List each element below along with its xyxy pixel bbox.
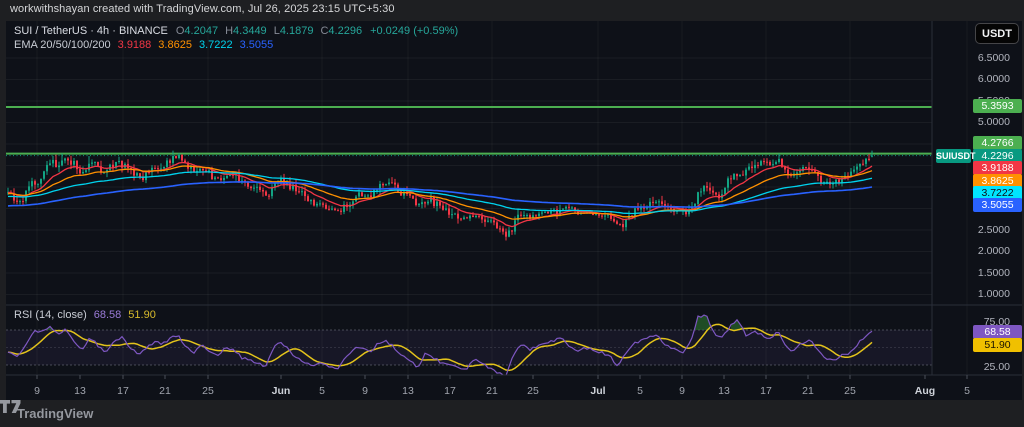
ema-values: 3.9188 3.8625 3.7222 3.5055 [118,39,274,51]
time-tick-label: 21 [143,384,187,398]
ema-legend[interactable]: EMA 20/50/100/200 3.9188 3.8625 3.7222 3.50… [14,39,273,51]
currency-toggle-button[interactable]: USDT [975,23,1019,44]
time-tick-label: 9 [660,384,704,398]
price-tick-label: 1.5000 [960,266,1016,280]
tradingview-snapshot: workwithshayan created with TradingView.… [0,0,1024,427]
time-tick-label: Aug [903,384,947,398]
ohlc-h: H4.3449 [225,25,267,37]
chart-canvas[interactable] [6,21,1022,400]
rsi-value: 68.58 [94,309,122,321]
ohlc-values: O4.2047 H4.3449 L4.1879 C4.2296 [176,25,362,37]
time-tick-label: 13 [386,384,430,398]
rsi-legend[interactable]: RSI (14, close) 68.58 51.90 [14,309,156,321]
ohlc-c: C4.2296 [320,25,362,37]
ema-value-200: 3.5055 [240,39,274,51]
time-tick-label: 5 [618,384,662,398]
attribution-text: workwithshayan created with TradingView.… [10,3,395,15]
rsi-ma-value: 51.90 [128,309,156,321]
time-tick-label: 21 [470,384,514,398]
time-tick-label: 13 [702,384,746,398]
time-tick-label: 5 [300,384,344,398]
price-label-badge: 3.9188 [973,161,1022,175]
price-tick-label: 2.0000 [960,244,1016,258]
price-tick-label: 5.0000 [960,115,1016,129]
time-tick-label: Jul [576,384,620,398]
time-tick-label: 5 [945,384,989,398]
price-tick-label: 25.00 [960,360,1016,374]
price-tick-label: 6.0000 [960,72,1016,86]
time-tick-label: 17 [101,384,145,398]
attribution-bar: workwithshayan created with TradingView.… [0,0,1024,21]
time-tick-label: 9 [15,384,59,398]
time-tick-label: 21 [786,384,830,398]
price-tick-label: 6.5000 [960,51,1016,65]
ema-value-50: 3.8625 [158,39,192,51]
footer-bar: TradingView [0,400,1024,427]
price-label-badge: 4.2766 [973,136,1022,150]
chart-widget [6,21,1022,400]
ohlc-o: O4.2047 [176,25,218,37]
time-tick-label: 25 [186,384,230,398]
price-tick-label: 2.5000 [960,223,1016,237]
tradingview-logo-text[interactable]: TradingView [17,406,93,421]
price-label-badge: 3.5055 [973,198,1022,212]
time-tick-label: 17 [428,384,472,398]
ema-value-100: 3.7222 [199,39,233,51]
symbol-legend[interactable]: SUI / TetherUS · 4h · BINANCE O4.2047 H4.… [14,25,458,37]
price-label-badge: 68.58 [973,325,1022,339]
ohlc-l: L4.1879 [274,25,314,37]
time-tick-label: Jun [259,384,303,398]
time-tick-label: 25 [828,384,872,398]
time-tick-label: 17 [744,384,788,398]
price-change: +0.0249 (+0.59%) [370,25,458,37]
symbol-title: SUI / TetherUS · 4h · BINANCE [14,25,168,37]
time-tick-label: 25 [511,384,555,398]
symbol-price-tag: SUIUSDT [936,149,971,163]
price-label-badge: 5.3593 [973,99,1022,113]
time-tick-label: 9 [343,384,387,398]
price-label-badge: 51.90 [973,338,1022,352]
rsi-title: RSI (14, close) [14,309,87,321]
ema-value-20: 3.9188 [118,39,152,51]
price-tick-label: 1.0000 [960,287,1016,301]
ema-title: EMA 20/50/100/200 [14,39,111,51]
time-tick-label: 13 [58,384,102,398]
